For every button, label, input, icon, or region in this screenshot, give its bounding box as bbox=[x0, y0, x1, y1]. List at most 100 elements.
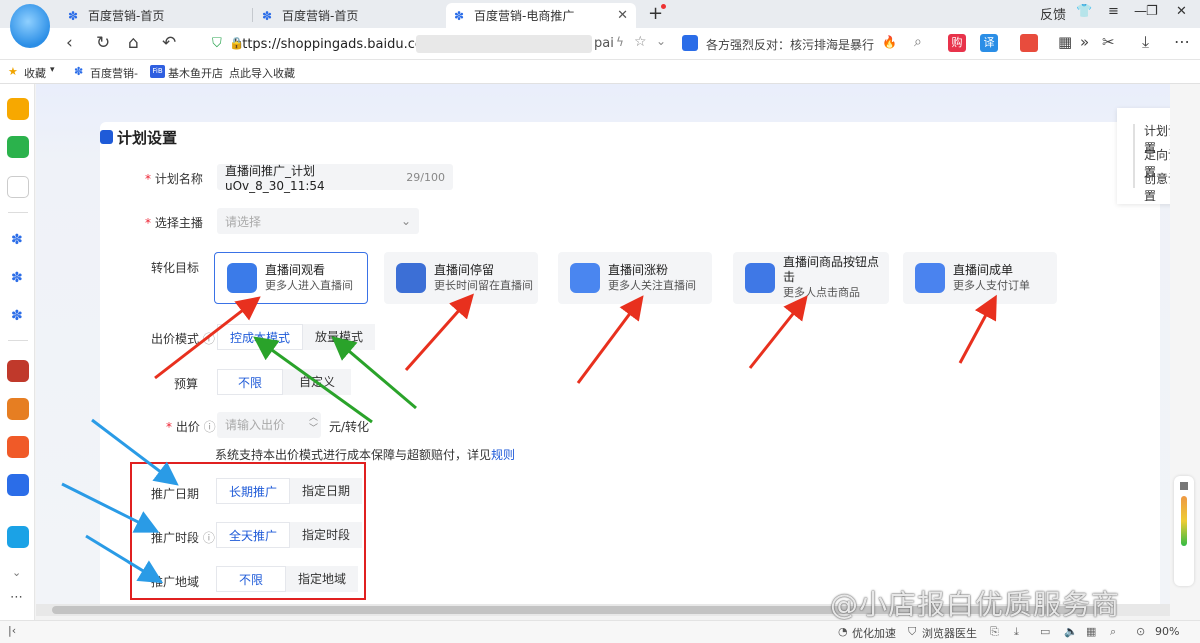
feedback-link[interactable]: 反馈 bbox=[1040, 4, 1066, 23]
baidu-paw-icon[interactable]: ✽ bbox=[11, 270, 23, 286]
volume-icon[interactable]: 🔈 bbox=[1064, 625, 1078, 638]
browser-logo-icon[interactable] bbox=[10, 4, 50, 48]
help-icon[interactable]: ⓘ bbox=[204, 420, 216, 434]
budget-unlimited[interactable]: 不限 bbox=[217, 369, 284, 395]
more-icon[interactable]: ⋯ bbox=[1174, 32, 1190, 51]
back-icon[interactable]: ‹ bbox=[66, 33, 73, 53]
tv-play-icon bbox=[227, 263, 257, 293]
baidu-paw-icon: ✽ bbox=[74, 65, 84, 78]
baidu-paw-icon[interactable]: ✽ bbox=[11, 232, 23, 248]
search-icon[interactable]: ⌕ bbox=[1110, 625, 1116, 639]
screen-icon[interactable]: ▭ bbox=[1040, 625, 1050, 638]
speedup-button[interactable]: 优化加速 bbox=[852, 625, 896, 641]
blurred-url bbox=[416, 35, 592, 53]
goal-live-view[interactable]: 直播间观看 更多人进入直播间 bbox=[214, 252, 368, 304]
star-filled-icon: ★ bbox=[8, 65, 18, 78]
chevron-down-icon[interactable]: ⌄ bbox=[12, 566, 21, 579]
lightning-icon[interactable]: ϟ bbox=[616, 35, 624, 49]
game-app-icon[interactable] bbox=[7, 360, 29, 382]
anchor-select[interactable]: 请选择 ⌄ bbox=[217, 208, 419, 234]
baidu-app-icon[interactable] bbox=[7, 474, 29, 496]
favorites-star-icon[interactable] bbox=[7, 98, 29, 120]
grid-icon[interactable]: ▦ bbox=[1086, 625, 1096, 638]
bid-mode-label: 出价模式 ⓘ bbox=[151, 332, 215, 346]
bid-mode-cost-control[interactable]: 控成本模式 bbox=[217, 324, 304, 350]
live-app-icon[interactable] bbox=[7, 436, 29, 458]
download-icon[interactable]: ⤓ bbox=[1014, 625, 1019, 639]
bid-unit: 元/转化 bbox=[329, 420, 370, 434]
shirt-icon[interactable]: 👕 bbox=[1076, 4, 1092, 19]
address-bar: ‹ ↻ ⌂ ↶ ⛉ 🔒 https://shoppingads.baidu.co… bbox=[0, 28, 1200, 60]
chevron-down-icon[interactable]: ▾ bbox=[50, 65, 55, 75]
hourglass-icon bbox=[396, 263, 426, 293]
tab-ecommerce[interactable]: ✽ 百度营销-电商推广 ✕ bbox=[446, 3, 636, 28]
cut-icon[interactable]: ✂ bbox=[1102, 33, 1115, 51]
left-sidebar: ✽ ✽ ✽ ⌄ ⋯ bbox=[0, 84, 35, 620]
game-icon[interactable] bbox=[1020, 34, 1038, 52]
nav-track bbox=[1133, 124, 1135, 188]
zoom-level[interactable]: 90% bbox=[1155, 625, 1179, 638]
apps-grid-icon[interactable]: ▦ bbox=[1058, 33, 1072, 51]
undo-icon[interactable]: ↶ bbox=[162, 33, 176, 53]
budget-segment: 不限 自定义 bbox=[217, 369, 352, 395]
tab-home-1[interactable]: ✽ 百度营销-首页 bbox=[60, 3, 250, 28]
baidu-paw-icon: ✽ bbox=[68, 8, 79, 23]
vertical-scrollbar[interactable] bbox=[1170, 84, 1200, 620]
goal-live-followers[interactable]: 直播间涨粉 更多人关注直播间 bbox=[558, 252, 712, 304]
highlight-box bbox=[130, 462, 366, 600]
tab-home-2[interactable]: ✽ 百度营销-首页 bbox=[254, 3, 444, 28]
game-app-icon[interactable] bbox=[7, 398, 29, 420]
jimuyu-icon: FiB bbox=[150, 65, 165, 78]
search-icon[interactable]: ⌕ bbox=[914, 34, 922, 50]
yuan-card-icon bbox=[915, 263, 945, 293]
close-tab-icon[interactable]: ✕ bbox=[617, 8, 628, 23]
goal-live-order[interactable]: 直播间成单 更多人支付订单 bbox=[903, 252, 1057, 304]
sidebar-divider bbox=[8, 212, 28, 213]
browser-doctor-button[interactable]: 浏览器医生 bbox=[922, 625, 977, 641]
bilibili-icon[interactable] bbox=[7, 526, 29, 548]
speed-gauge bbox=[1181, 496, 1187, 546]
shopping-icon[interactable]: 购 bbox=[948, 34, 966, 52]
favorites-menu[interactable]: 收藏 bbox=[24, 65, 46, 81]
compensation-notice: 系统支持本出价模式进行成本保障与超额赔付，详见规则 bbox=[215, 448, 516, 462]
office-doc-icon[interactable] bbox=[7, 176, 29, 198]
speed-widget[interactable] bbox=[1174, 476, 1194, 586]
history-clock-icon[interactable] bbox=[7, 136, 29, 158]
sidebar-toggle-icon[interactable]: |‹ bbox=[8, 624, 16, 637]
clip-icon[interactable]: ⎘ bbox=[990, 625, 999, 639]
home-icon[interactable]: ⌂ bbox=[128, 33, 139, 53]
budget-custom[interactable]: 自定义 bbox=[283, 369, 352, 395]
close-window-icon[interactable]: ✕ bbox=[1176, 4, 1187, 19]
menu-icon[interactable]: ≡ bbox=[1108, 4, 1119, 19]
budget-label: 预算 bbox=[174, 377, 199, 391]
plan-name-input[interactable]: 直播间推广_计划uOv_8_30_11:54 29/100 bbox=[217, 164, 453, 193]
bid-mode-segment: 控成本模式 放量模式 bbox=[217, 324, 376, 350]
download-icon[interactable]: ⤓ bbox=[1142, 32, 1149, 52]
baidu-paw-icon[interactable]: ✽ bbox=[11, 308, 23, 324]
bid-mode-volume[interactable]: 放量模式 bbox=[303, 324, 376, 350]
lock-icon: 🔒 bbox=[229, 36, 244, 50]
more-icon[interactable]: ⋯ bbox=[10, 590, 23, 605]
plan-name-label: * 计划名称 bbox=[145, 172, 203, 186]
chevron-down-icon: ⌄ bbox=[400, 214, 411, 228]
baidu-paw-icon: ✽ bbox=[262, 8, 273, 23]
chevron-down-icon[interactable]: ⌄ bbox=[656, 34, 666, 48]
import-bookmarks-link[interactable]: 点此导入收藏 bbox=[229, 65, 295, 81]
restore-icon[interactable]: ❐ bbox=[1146, 4, 1158, 19]
goal-product-click[interactable]: 直播间商品按钮点击 更多人点击商品 bbox=[733, 252, 889, 304]
star-icon[interactable]: ☆ bbox=[634, 34, 647, 50]
more-tools-icon[interactable]: » bbox=[1080, 33, 1089, 51]
stepper-icon[interactable]: ︿ ﹀ bbox=[309, 413, 318, 435]
bookmark-baidu-marketing[interactable]: 百度营销- bbox=[90, 65, 138, 81]
refresh-icon[interactable]: ↻ bbox=[96, 33, 110, 53]
shield-icon: ⛉ bbox=[212, 36, 222, 51]
bid-input[interactable]: 请输入出价 bbox=[217, 412, 321, 438]
new-dot-icon bbox=[661, 4, 666, 9]
translate-icon[interactable]: 译 bbox=[980, 34, 998, 52]
rules-link[interactable]: 规则 bbox=[491, 448, 515, 462]
bookmark-bar: ★ 收藏 ▾ ✽ 百度营销- FiB 基木鱼开店 点此导入收藏 bbox=[0, 60, 1200, 84]
goal-live-stay[interactable]: 直播间停留 更长时间留在直播间 bbox=[384, 252, 538, 304]
baidu-search-icon[interactable] bbox=[682, 35, 698, 51]
bookmark-jimuyu[interactable]: 基木鱼开店 bbox=[168, 65, 223, 81]
help-icon[interactable]: ⓘ bbox=[203, 332, 215, 346]
